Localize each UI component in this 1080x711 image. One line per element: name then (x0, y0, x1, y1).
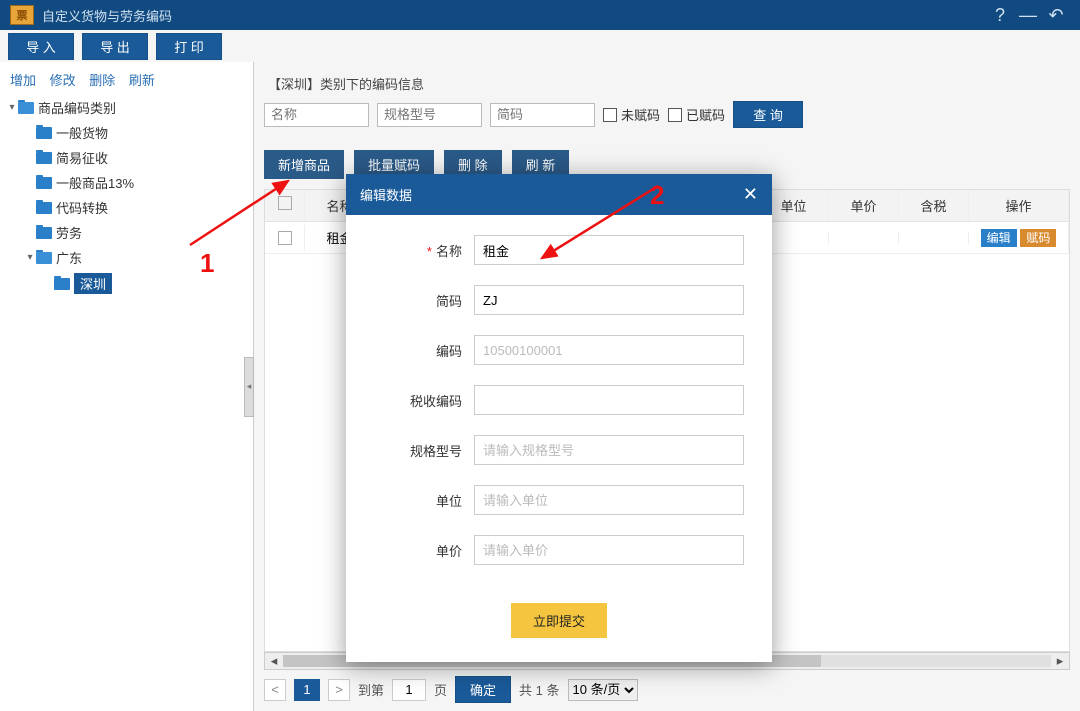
sidebar-collapse-handle[interactable]: ◂ (244, 357, 254, 417)
goto-label: 到第 (358, 680, 384, 699)
page-prev-button[interactable]: < (264, 679, 286, 701)
label-taxcode: 税收编码 (374, 391, 474, 410)
folder-icon (36, 152, 52, 164)
folder-icon (18, 102, 34, 114)
label-spec: 规格型号 (374, 441, 474, 460)
tree-item-label: 深圳 (74, 273, 112, 294)
chk-label: 未赋码 (621, 105, 660, 124)
app-logo: 票 (10, 5, 34, 25)
tree-root-label: 商品编码类别 (38, 98, 116, 117)
input-taxcode[interactable] (474, 385, 744, 415)
folder-icon (36, 227, 52, 239)
label-unit: 单位 (374, 491, 474, 510)
filter-name-input[interactable] (264, 103, 369, 127)
input-name[interactable] (474, 235, 744, 265)
tree-item-general-goods[interactable]: 一般货物 (24, 120, 247, 145)
label-name: 名称 (436, 244, 462, 259)
window-titlebar: 票 自定义货物与劳务编码 ? — ↶ (0, 0, 1080, 30)
query-button[interactable]: 查 询 (733, 101, 803, 128)
label-short: 简码 (374, 291, 474, 310)
folder-icon (36, 252, 52, 264)
filter-bar: 未赋码 已赋码 查 询 (264, 101, 1070, 128)
tree-item-guangdong[interactable]: ▾ 广东 (24, 245, 247, 270)
add-product-button[interactable]: 新增商品 (264, 150, 344, 179)
window-title: 自定义货物与劳务编码 (42, 6, 172, 25)
select-all-checkbox[interactable] (278, 196, 292, 210)
folder-icon (36, 127, 52, 139)
input-price[interactable] (474, 535, 744, 565)
caret-down-icon: ▾ (6, 102, 18, 113)
import-button[interactable]: 导 入 (8, 33, 74, 60)
close-icon[interactable]: ✕ (743, 184, 758, 205)
folder-icon (36, 177, 52, 189)
chk-label: 已赋码 (686, 105, 725, 124)
sidebar-modify-link[interactable]: 修改 (50, 73, 76, 88)
scroll-left-icon[interactable]: ◂ (265, 653, 283, 669)
tree-item-code-convert[interactable]: 代码转换 (24, 195, 247, 220)
total-label: 共 1 条 (519, 680, 560, 699)
checkbox-icon (603, 108, 617, 122)
th-price: 单价 (829, 190, 899, 221)
minimize-icon[interactable]: — (1014, 5, 1042, 26)
section-title: 【深圳】类别下的编码信息 (264, 70, 1070, 101)
folder-icon (36, 202, 52, 214)
chk-assigned[interactable]: 已赋码 (668, 105, 725, 124)
checkbox-icon (668, 108, 682, 122)
export-button[interactable]: 导 出 (82, 33, 148, 60)
tree-item-service[interactable]: 劳务 (24, 220, 247, 245)
filter-short-input[interactable] (490, 103, 595, 127)
caret-down-icon: ▾ (24, 252, 36, 263)
sidebar-add-link[interactable]: 增加 (10, 73, 36, 88)
chk-unassigned[interactable]: 未赋码 (603, 105, 660, 124)
print-button[interactable]: 打 印 (156, 33, 222, 60)
edit-data-modal: 编辑数据 ✕ *名称 简码 编码 税收编码 规格型号 单位 单价 (346, 174, 772, 662)
input-unit[interactable] (474, 485, 744, 515)
scroll-right-icon[interactable]: ▸ (1051, 653, 1069, 669)
submit-button[interactable]: 立即提交 (511, 603, 607, 638)
category-tree: ▾ 商品编码类别 一般货物 简易征收 一般商品13% 代码转换 劳务 ▾ 广东 深… (6, 95, 247, 297)
goto-confirm-button[interactable]: 确定 (455, 676, 511, 703)
tree-item-simple-levy[interactable]: 简易征收 (24, 145, 247, 170)
tree-item-general-13[interactable]: 一般商品13% (24, 170, 247, 195)
modal-title: 编辑数据 (360, 185, 743, 204)
label-code: 编码 (374, 341, 474, 360)
tree-item-label: 简易征收 (56, 148, 108, 167)
back-icon[interactable]: ↶ (1042, 5, 1070, 26)
help-icon[interactable]: ? (986, 5, 1014, 26)
th-tax: 含税 (899, 190, 969, 221)
tree-item-label: 一般商品13% (56, 173, 134, 192)
row-checkbox[interactable] (278, 231, 292, 245)
page-next-button[interactable]: > (328, 679, 350, 701)
tree-item-label: 广东 (56, 248, 82, 267)
page-current: 1 (294, 679, 320, 701)
row-edit-button[interactable]: 编辑 (981, 229, 1017, 247)
sidebar-delete-link[interactable]: 删除 (89, 73, 115, 88)
top-toolbar: 导 入 导 出 打 印 (0, 30, 1080, 62)
page-size-select[interactable]: 10 条/页 (568, 679, 638, 701)
label-price: 单价 (374, 541, 474, 560)
input-short[interactable] (474, 285, 744, 315)
input-code (474, 335, 744, 365)
th-op: 操作 (969, 190, 1069, 221)
sidebar: 增加 修改 删除 刷新 ▾ 商品编码类别 一般货物 简易征收 一般商品13% 代… (0, 62, 254, 711)
filter-spec-input[interactable] (377, 103, 482, 127)
tree-item-shenzhen[interactable]: 深圳 (42, 270, 247, 297)
input-spec[interactable] (474, 435, 744, 465)
modal-header: 编辑数据 ✕ (346, 174, 772, 215)
pagination: < 1 > 到第 页 确定 共 1 条 10 条/页 (264, 670, 1070, 703)
row-code-button[interactable]: 赋码 (1020, 229, 1056, 247)
tree-item-label: 代码转换 (56, 198, 108, 217)
tree-root[interactable]: ▾ 商品编码类别 (6, 95, 247, 120)
tree-item-label: 一般货物 (56, 123, 108, 142)
sidebar-actions: 增加 修改 删除 刷新 (6, 66, 247, 95)
folder-icon (54, 278, 70, 290)
goto-page-input[interactable] (392, 679, 426, 701)
tree-item-label: 劳务 (56, 223, 82, 242)
page-unit-label: 页 (434, 680, 447, 699)
sidebar-refresh-link[interactable]: 刷新 (129, 73, 155, 88)
